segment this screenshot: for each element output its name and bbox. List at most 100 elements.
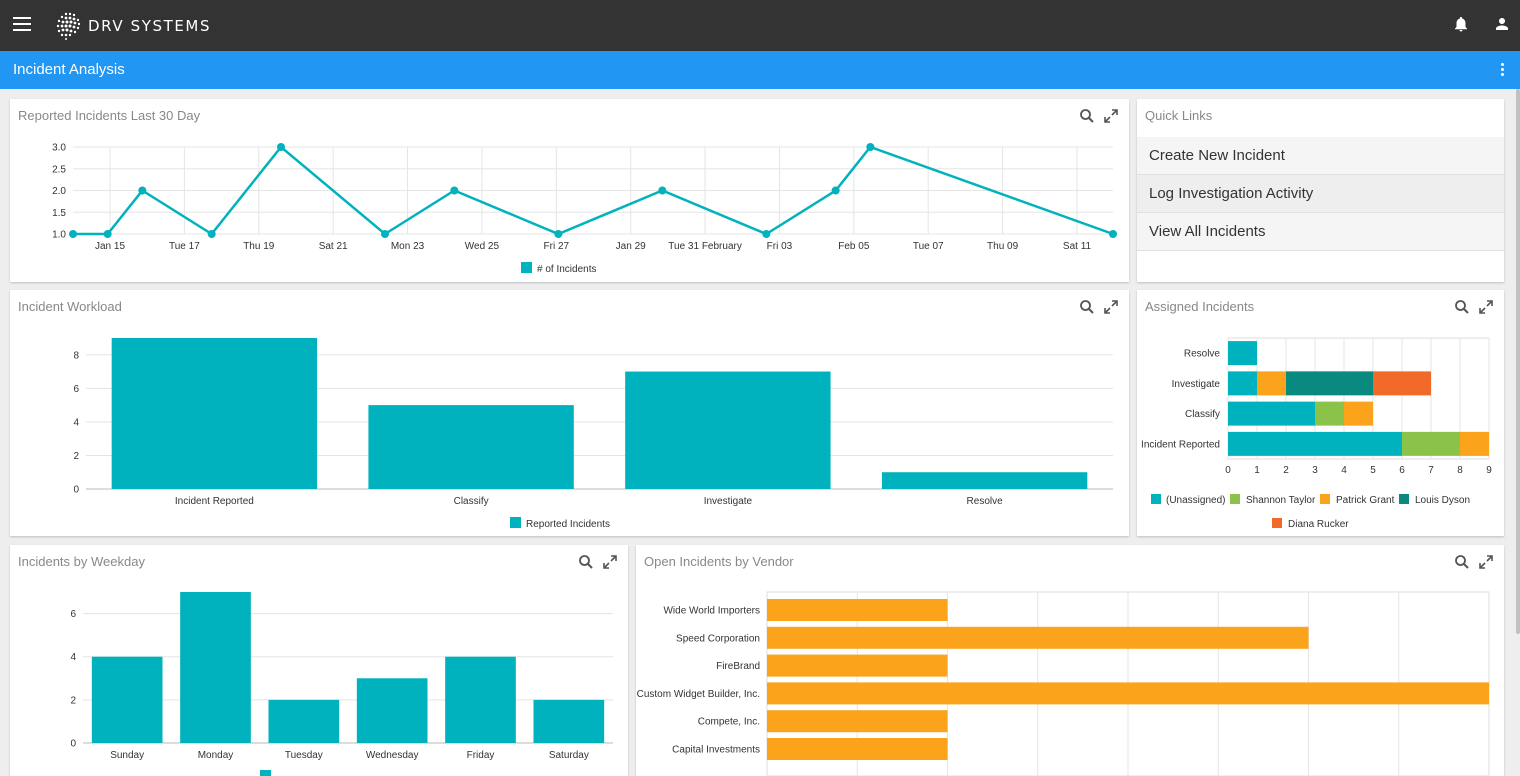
bar <box>533 699 605 743</box>
bar-segment <box>1460 431 1489 456</box>
page-header-bar: Incident Analysis <box>0 51 1520 89</box>
bell-icon[interactable] <box>1452 15 1472 35</box>
bar-segment <box>1228 401 1315 426</box>
x-tick-label: Thu 09 <box>987 241 1019 252</box>
x-category-label: Sunday <box>110 750 144 761</box>
reported-incidents-panel: Reported Incidents Last 30 Day 1.0 1.5 2.0… <box>10 99 1129 282</box>
x-tick-label: 4 <box>1341 465 1347 476</box>
y-tick-label: 0 <box>73 485 79 496</box>
y-category-label: Compete, Inc. <box>698 717 760 728</box>
data-point <box>762 230 771 238</box>
page-title: Incident Analysis <box>13 61 125 78</box>
data-point <box>450 186 459 195</box>
y-category-label: Resolve <box>1184 349 1221 360</box>
bar-segment <box>1402 431 1460 456</box>
legend: (Unassigned) Shannon Taylor Patrick Gran… <box>1151 494 1470 530</box>
legend-label-shannon: Shannon Taylor <box>1246 495 1316 506</box>
x-tick-label: 5 <box>1370 465 1376 476</box>
legend-swatch <box>260 770 271 776</box>
x-category-label: Saturday <box>549 750 589 761</box>
y-tick-label: 6 <box>73 384 79 395</box>
x-tick-label: Sat 11 <box>1063 241 1092 252</box>
reported-line-chart: 1.0 1.5 2.0 2.5 3.0 Jan 15 Tue 17 Thu 19 Sat 21 M… <box>52 143 1117 275</box>
vendor-panel: Open Incidents by Vendor Wide World Impo… <box>636 545 1504 776</box>
data-point <box>277 143 285 151</box>
legend-swatch-shannon <box>1230 494 1240 504</box>
legend-swatch-patrick <box>1320 494 1330 504</box>
menu-icon[interactable] <box>13 17 31 31</box>
x-tick-label: Fri 03 <box>767 241 793 252</box>
data-point <box>69 230 77 238</box>
x-category-label: Investigate <box>704 496 753 507</box>
workload-bar-chart: 0 2 4 6 8 Incident Reported Classify Investigat… <box>73 338 1113 530</box>
x-tick-label: 1 <box>1254 465 1260 476</box>
x-category-label: Incident Reported <box>175 496 254 507</box>
y-category-label: Classify <box>1185 409 1220 420</box>
data-point <box>831 186 840 195</box>
x-tick-label: 3 <box>1312 465 1318 476</box>
data-point <box>207 230 216 238</box>
x-tick-label: Mon 23 <box>391 241 425 252</box>
quick-link-create-incident[interactable]: Create New Incident <box>1137 137 1504 175</box>
more-vert-icon[interactable] <box>1496 63 1508 79</box>
legend-label: # of Incidents <box>537 264 596 275</box>
x-tick-label: Fri 27 <box>544 241 570 252</box>
legend-swatch <box>521 262 532 273</box>
globe-logo-icon <box>56 12 81 40</box>
page-scrollbar[interactable] <box>1516 89 1520 634</box>
bar-segment <box>1228 341 1257 366</box>
x-tick-label: Feb 05 <box>838 241 870 252</box>
bar <box>111 338 318 489</box>
legend-swatch-louis <box>1399 494 1409 504</box>
x-tick-label: 9 <box>1486 465 1492 476</box>
bar <box>767 599 948 621</box>
y-tick-label: 4 <box>73 417 79 428</box>
bar-segment <box>1257 371 1286 396</box>
panel-title: Quick Links <box>1145 108 1213 123</box>
x-tick-label: 2 <box>1283 465 1289 476</box>
bar <box>767 710 948 733</box>
bar <box>91 656 163 743</box>
assigned-incidents-panel: Assigned Incidents Resolve Investigate Cla… <box>1137 290 1504 536</box>
data-point <box>103 230 112 238</box>
y-tick-label: 1.5 <box>52 208 66 219</box>
quick-links-panel: Quick Links Create New Incident Log Inve… <box>1137 99 1504 282</box>
incident-workload-panel: Incident Workload 0 2 4 6 8 Incident Reported… <box>10 290 1129 536</box>
quick-link-log-investigation[interactable]: Log Investigation Activity <box>1137 175 1504 213</box>
y-tick-label: 6 <box>70 609 76 620</box>
user-icon[interactable] <box>1493 15 1513 35</box>
brand-logo[interactable]: DRV SYSTEMS <box>52 9 211 43</box>
legend-label-louis: Louis Dyson <box>1415 495 1470 506</box>
bar <box>180 592 251 743</box>
bar-segment <box>1344 401 1373 426</box>
y-category-label: Speed Corporation <box>676 633 760 644</box>
y-category-label: Custom Widget Builder, Inc. <box>637 689 760 700</box>
x-category-label: Resolve <box>967 496 1004 507</box>
top-app-bar: DRV SYSTEMS <box>0 0 1520 51</box>
legend-label-patrick: Patrick Grant <box>1336 495 1395 506</box>
weekday-bar-chart: 0 2 4 6 Sunday Monday Tuesday Wednesday Friday Sa… <box>70 592 613 776</box>
bar <box>767 682 1489 705</box>
x-tick-label: 7 <box>1428 465 1434 476</box>
y-category-label: FireBrand <box>716 661 760 672</box>
y-tick-label: 2 <box>70 695 76 706</box>
data-point <box>1109 230 1117 238</box>
bar <box>767 738 948 760</box>
vendor-bar-chart: Wide World Importers Speed Corporation Fir… <box>637 591 1490 776</box>
bar <box>625 371 831 489</box>
bar-segment <box>1228 371 1257 396</box>
y-tick-label: 2.5 <box>52 164 66 175</box>
data-point <box>381 230 389 238</box>
quick-link-view-all[interactable]: View All Incidents <box>1137 213 1504 251</box>
y-category-label: Incident Reported <box>1141 439 1220 450</box>
bar <box>368 405 574 489</box>
x-tick-label: 8 <box>1457 465 1463 476</box>
x-tick-label: Sat 21 <box>319 241 348 252</box>
legend-swatch <box>510 517 521 528</box>
bar <box>767 626 1309 649</box>
bar <box>767 654 948 677</box>
legend-label-unassigned: (Unassigned) <box>1166 495 1225 506</box>
legend-label: Reported Incidents <box>526 519 610 530</box>
x-tick-label: 6 <box>1399 465 1405 476</box>
x-tick-label: Thu 19 <box>243 241 275 252</box>
